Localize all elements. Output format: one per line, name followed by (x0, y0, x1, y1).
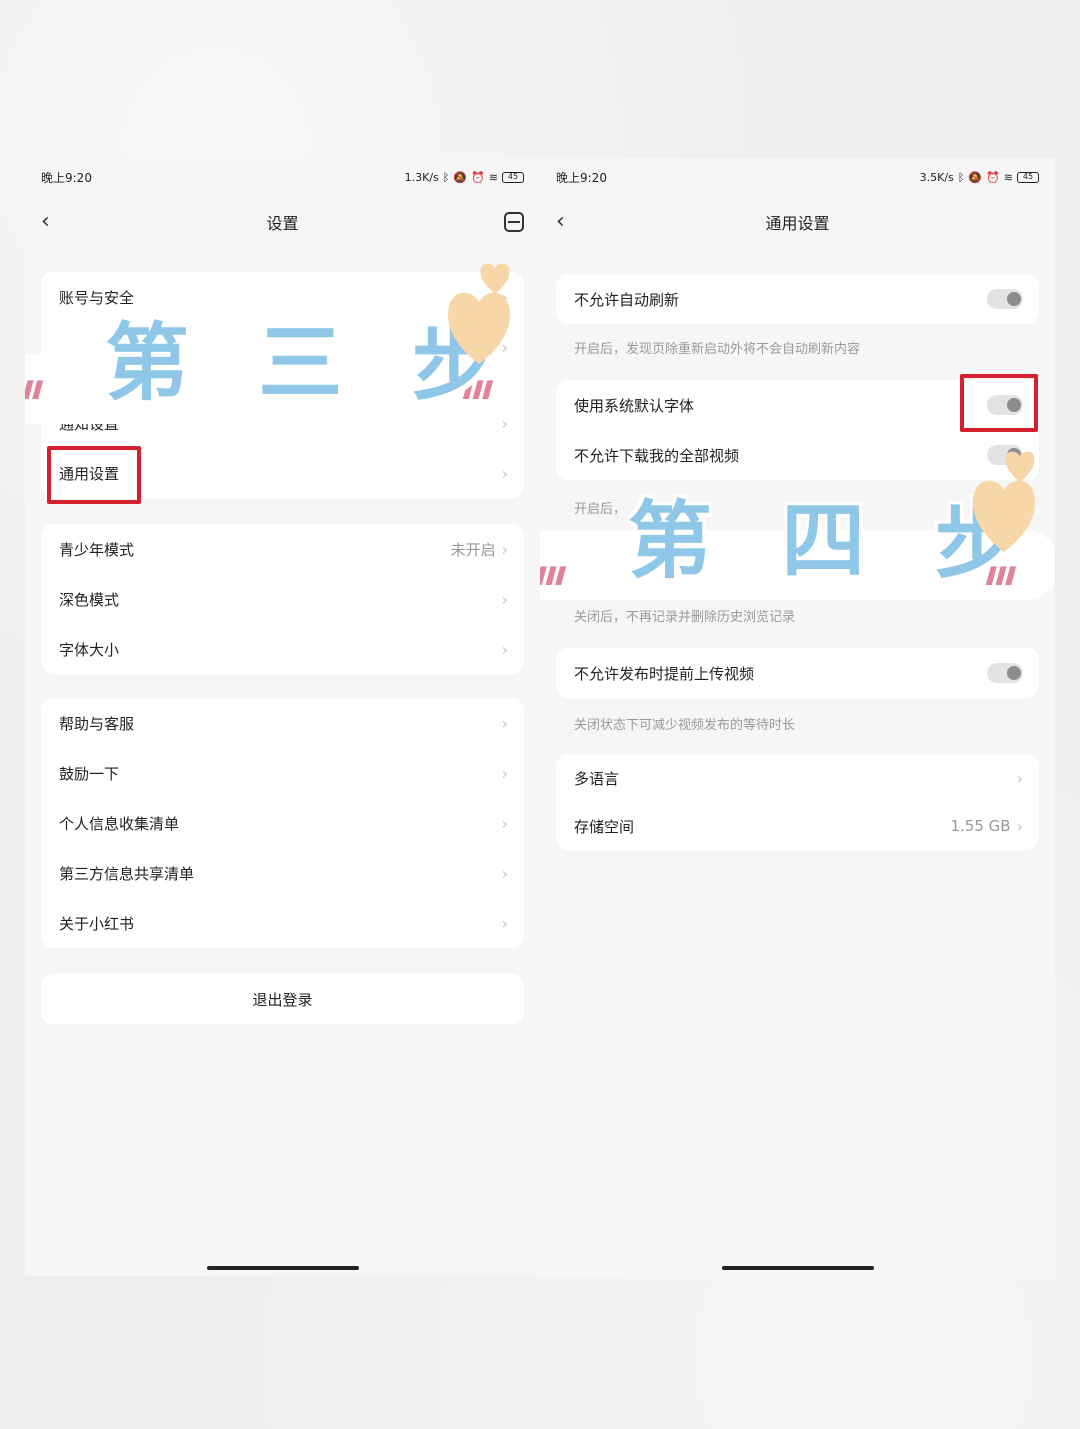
settings-item-about[interactable]: 关于小红书 › (41, 898, 524, 948)
setting-label: 多语言 (574, 769, 620, 788)
page-title: 设置 (266, 214, 299, 233)
back-icon[interactable]: ‹ (556, 210, 576, 234)
mute-icon: 🔕 (968, 170, 983, 184)
nav-bar: ‹ 通用设置 (540, 198, 1055, 246)
chevron-right-icon: › (501, 763, 508, 783)
highlight-box-font-toggle (960, 374, 1038, 432)
auto-refresh-desc: 开启后，发现页除重新启动外将不会自动刷新内容 (574, 342, 861, 357)
network-speed: 1.3K/s (404, 170, 439, 184)
heart-icon (448, 263, 510, 364)
settings-item-encourage[interactable]: 鼓励一下 › (41, 748, 524, 798)
chevron-right-icon: › (1016, 768, 1023, 788)
home-indicator (206, 1266, 359, 1270)
setting-label: 不允许发布时提前上传视频 (574, 664, 755, 683)
bluetooth-icon: ᛒ (957, 170, 965, 184)
setting-label: 不允许下载我的全部视频 (574, 446, 740, 465)
chevron-right-icon: › (501, 863, 508, 883)
network-speed: 3.5K/s (919, 170, 954, 184)
settings-item-label: 深色模式 (59, 590, 120, 609)
settings-item-font-size[interactable]: 字体大小 › (41, 624, 524, 674)
settings-item-label: 关于小红书 (59, 914, 135, 933)
mute-icon: 🔕 (453, 170, 468, 184)
setting-preupload-card: 不允许发布时提前上传视频 (556, 648, 1039, 698)
settings-item-help[interactable]: 帮助与客服 › (41, 698, 524, 748)
setting-label: 使用系统默认字体 (574, 396, 695, 415)
settings-item-label: 帮助与客服 (59, 714, 135, 733)
setting-label: 不允许自动刷新 (574, 290, 680, 309)
storage-value: 1.55 GB (950, 817, 1011, 835)
settings-group-display: 青少年模式 未开启 › 深色模式 › 字体大小 › (41, 524, 524, 674)
status-time: 晚上9:20 (41, 170, 92, 185)
nav-bar: ‹ 设置 (25, 198, 540, 246)
setting-auto-refresh-card: 不允许自动刷新 (556, 274, 1039, 324)
alarm-icon: ⏰ (471, 170, 485, 184)
download-videos-desc: 开启后， (574, 502, 627, 517)
chevron-right-icon: › (501, 539, 508, 559)
status-time: 晚上9:20 (556, 170, 607, 185)
scan-icon[interactable] (504, 212, 524, 232)
settings-item-personal-info[interactable]: 个人信息收集清单 › (41, 798, 524, 848)
history-desc: 关闭后，不再记录并删除历史浏览记录 (574, 610, 796, 625)
chevron-right-icon: › (501, 463, 508, 483)
wifi-icon: ≋ (1003, 170, 1013, 184)
alarm-icon: ⏰ (986, 170, 1000, 184)
battery-icon: 45 (1017, 171, 1039, 183)
home-indicator (721, 1266, 874, 1270)
setting-storage[interactable]: 存储空间 1.55 GB › (556, 802, 1039, 850)
general-settings-screen: 晚上9:20 3.5K/s ᛒ 🔕 ⏰ ≋ 45 ‹ 通用设置 不允许自动刷新 … (540, 158, 1055, 1276)
setting-download-videos[interactable]: 不允许下载我的全部视频 (556, 430, 1039, 480)
settings-screen: 晚上9:20 1.3K/s ᛒ 🔕 ⏰ ≋ 45 ‹ 设置 账号与安全 › › … (25, 158, 540, 1276)
heart-icon (973, 451, 1035, 552)
wifi-icon: ≋ (488, 170, 498, 184)
logout-button[interactable]: 退出登录 (41, 974, 524, 1024)
setting-auto-refresh[interactable]: 不允许自动刷新 (556, 274, 1039, 324)
chevron-right-icon: › (1016, 816, 1023, 836)
settings-item-third-party[interactable]: 第三方信息共享清单 › (41, 848, 524, 898)
highlight-box-general (47, 446, 141, 504)
settings-item-label: 鼓励一下 (59, 764, 120, 783)
settings-item-label: 字体大小 (59, 640, 120, 659)
auto-refresh-toggle[interactable] (987, 289, 1023, 309)
settings-item-label: 青少年模式 (59, 540, 135, 559)
battery-icon: 45 (502, 171, 524, 183)
preupload-desc: 关闭状态下可减少视频发布的等待时长 (574, 718, 796, 733)
page-title: 通用设置 (765, 214, 830, 233)
teen-mode-status: 未开启 (450, 540, 496, 559)
chevron-right-icon: › (501, 813, 508, 833)
chevron-right-icon: › (501, 713, 508, 733)
back-icon[interactable]: ‹ (41, 210, 61, 234)
settings-group-about: 帮助与客服 › 鼓励一下 › 个人信息收集清单 › 第三方信息共享清单 › 关于… (41, 698, 524, 948)
settings-item-dark-mode[interactable]: 深色模式 › (41, 574, 524, 624)
settings-item-teen-mode[interactable]: 青少年模式 未开启 › (41, 524, 524, 574)
settings-item-label: 第三方信息共享清单 (59, 864, 195, 883)
chevron-right-icon: › (501, 589, 508, 609)
preupload-toggle[interactable] (987, 663, 1023, 683)
setting-label: 存储空间 (574, 817, 635, 836)
settings-item-label: 个人信息收集清单 (59, 814, 180, 833)
chevron-right-icon: › (501, 639, 508, 659)
chevron-right-icon: › (501, 913, 508, 933)
status-bar: 晚上9:20 3.5K/s ᛒ 🔕 ⏰ ≋ 45 (540, 158, 1055, 196)
bluetooth-icon: ᛒ (442, 170, 450, 184)
setting-language[interactable]: 多语言 › (556, 754, 1039, 802)
setting-preupload[interactable]: 不允许发布时提前上传视频 (556, 648, 1039, 698)
setting-misc-card: 多语言 › 存储空间 1.55 GB › (556, 754, 1039, 850)
status-bar: 晚上9:20 1.3K/s ᛒ 🔕 ⏰ ≋ 45 (25, 158, 540, 196)
